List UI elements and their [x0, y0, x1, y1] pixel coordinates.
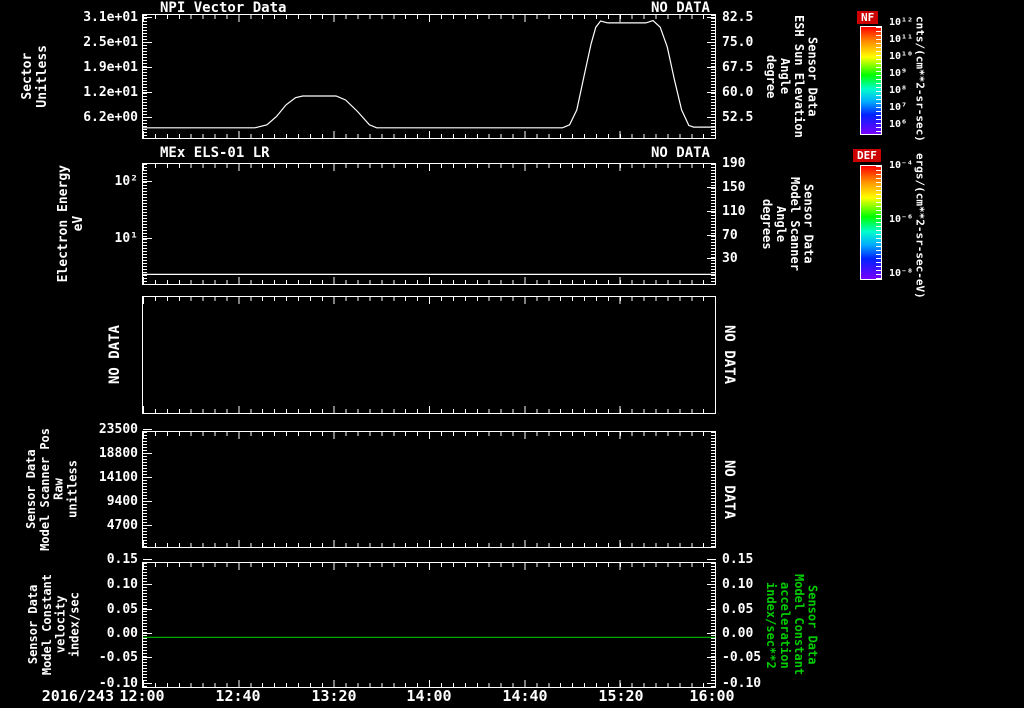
x-tick-label: 14:40 [502, 687, 548, 705]
y-tick-label: 0.15 [706, 552, 754, 567]
panel2-right-axis-title: Sensor Data Model Scanner Angle degrees [760, 177, 816, 271]
y-tick-label: 2.5e+01 [58, 36, 152, 49]
panel5-left-axis-title-wrap: Sensor Data Model Constant velocity inde… [24, 562, 86, 688]
y-tick-label: -0.05 [706, 650, 762, 665]
panel1-curve [143, 19, 715, 129]
y-tick-label: 1.9e+01 [58, 61, 152, 74]
y-tick-label: 52.5 [706, 110, 754, 125]
panel4-bottom-major-ticks [143, 540, 715, 547]
y-tick-label: 0.05 [706, 602, 754, 617]
colorbar-tick-label: 10⁶ [889, 119, 908, 130]
colorbar-tick-label: 10⁷ [889, 102, 908, 113]
colorbar-tick-label: 10⁸ [889, 85, 908, 96]
panel3-left-no-data-wrap: NO DATA [104, 296, 126, 414]
y-tick-label: 60.0 [706, 85, 754, 100]
y-tick-label: 75.0 [706, 35, 754, 50]
y-tick-label: 67.5 [706, 60, 754, 75]
panel2-left-axis-title: Electron Energy eV [56, 165, 86, 283]
nf-colorbar-title: NF [857, 11, 879, 24]
panel4-right-no-data-wrap: NO DATA [718, 431, 740, 548]
panel3-bottom-major-ticks [143, 406, 715, 413]
x-tick-label: 16:00 [689, 687, 735, 705]
y-tick-label: 0.00 [706, 626, 754, 641]
panel1-left-axis-title-wrap: Sector Unitless [18, 14, 54, 139]
panel2-left-axis-title-wrap: Electron Energy eV [54, 163, 90, 285]
x-axis-date-label: 2016/243 [41, 687, 114, 705]
panel4-plot-area [142, 431, 716, 548]
panel4-left-axis-title-wrap: Sensor Data Model Scanner Pos Raw unitle… [22, 428, 84, 551]
panel1-right-axis-title-wrap: Sensor Data ESH Sun Elevation Angle degr… [760, 14, 822, 139]
y-tick-label: 3.1e+01 [58, 11, 152, 24]
science-plot-screen: NPI Vector Data NO DATA MEx ELS-01 LR NO… [0, 0, 1024, 708]
def-colorbar [860, 165, 882, 280]
colorbar-tick-label: 10⁹ [889, 68, 908, 79]
x-tick-label: 13:20 [311, 687, 357, 705]
panel5-plot-area [142, 562, 716, 688]
panel3-right-no-data-wrap: NO DATA [718, 296, 740, 414]
y-tick-label: 0.10 [706, 577, 754, 592]
panel5-right-axis-title-wrap: Sensor Data Model Constant acceleration … [760, 562, 822, 688]
x-tick-label: 14:00 [406, 687, 452, 705]
def-colorbar-units-wrap: ergs/(cm**2-sr-sec-eV) [908, 150, 930, 302]
panel5-right-axis-title: Sensor Data Model Constant acceleration … [764, 574, 820, 676]
y-tick-label: 6.2e+00 [58, 111, 152, 124]
panel4-left-axis-title: Sensor Data Model Scanner Pos Raw unitle… [24, 428, 80, 551]
x-tick-label: 12:00 [119, 687, 165, 705]
y-tick-label: 30 [707, 251, 738, 266]
panel1-no-data-label: NO DATA [650, 0, 710, 16]
panel1-plot-area [142, 14, 716, 139]
panel2-plot-area [142, 163, 716, 285]
def-colorbar-units: ergs/(cm**2-sr-sec-eV) [913, 153, 927, 299]
panel2-right-axis-title-wrap: Sensor Data Model Scanner Angle degrees [756, 163, 818, 285]
y-tick-label: 70 [707, 228, 738, 243]
panel4-top-major-ticks [143, 432, 715, 439]
panel3-right-no-data: NO DATA [721, 325, 738, 385]
panel1-title: NPI Vector Data [160, 0, 287, 16]
nf-colorbar-units-wrap: cnts/(cm**2-sr-sec) [908, 14, 930, 144]
x-tick-label: 12:40 [215, 687, 261, 705]
panel1-left-axis-title: Sector Unitless [20, 45, 50, 108]
y-tick-label: 190 [706, 156, 746, 171]
y-tick-label: 110 [706, 204, 746, 219]
panel1-right-axis-title: Sensor Data ESH Sun Elevation Angle degr… [764, 15, 820, 138]
nf-colorbar-units: cnts/(cm**2-sr-sec) [913, 16, 927, 142]
panel4-right-no-data: NO DATA [721, 459, 738, 519]
panel5-left-axis-title: Sensor Data Model Constant velocity inde… [26, 574, 82, 676]
nf-colorbar [860, 26, 882, 135]
panel3-left-no-data: NO DATA [106, 325, 123, 385]
def-colorbar-title: DEF [853, 149, 881, 162]
x-tick-label: 15:20 [598, 687, 644, 705]
y-tick-label: 150 [706, 180, 746, 195]
panel3-plot-area [142, 296, 716, 414]
panel4-left-minor-ticks [143, 432, 147, 547]
panel5-zero-line [143, 636, 715, 639]
panel2-title: MEx ELS-01 LR [160, 145, 270, 161]
panel2-trace [143, 273, 715, 276]
panel2-no-data-label: NO DATA [650, 145, 710, 161]
y-tick-label: 1.2e+01 [58, 86, 152, 99]
panel3-top-major-ticks [143, 297, 715, 304]
def-colorbar-ticks [876, 166, 881, 279]
panel4-right-minor-ticks [711, 432, 715, 547]
y-tick-label: 82.5 [706, 10, 754, 25]
nf-colorbar-ticks [876, 27, 881, 134]
